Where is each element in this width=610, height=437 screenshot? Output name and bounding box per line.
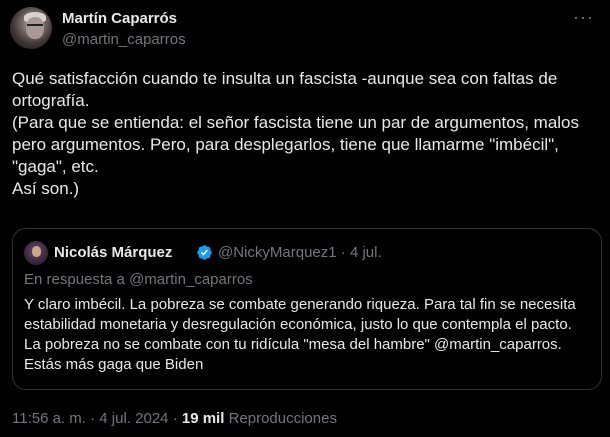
views-count[interactable]: 19 mil xyxy=(182,410,225,427)
views-label: Reproducciones xyxy=(228,410,337,427)
quoted-author-handle[interactable]: @NickyMarquez1 xyxy=(218,244,337,261)
quoted-author-name[interactable]: Nicolás Márquez xyxy=(54,244,172,261)
more-horizontal-icon[interactable]: ··· xyxy=(573,8,594,26)
quoted-author-avatar[interactable] xyxy=(24,241,48,265)
meta-separator: · xyxy=(340,244,346,261)
tweet-line: (Para que se entienda: el señor fascista… xyxy=(12,113,580,176)
tweet-footer: 11:56 a. m. · 4 jul. 2024 · 19 mil Repro… xyxy=(12,410,337,427)
footer-separator: · xyxy=(172,410,178,427)
quoted-date[interactable]: 4 jul. xyxy=(350,244,382,261)
reply-context[interactable]: En respuesta a @martin_caparros xyxy=(24,271,253,288)
tweet-line: Así son.) xyxy=(12,179,80,198)
quoted-tweet[interactable]: Nicolás Márquez @NickyMarquez1 · 4 jul. … xyxy=(12,228,602,390)
tweet-date[interactable]: 4 jul. 2024 xyxy=(99,410,168,427)
footer-separator: · xyxy=(90,410,96,427)
quoted-avatar-face xyxy=(32,246,41,257)
author-name[interactable]: Martín Caparrós xyxy=(62,10,177,27)
quoted-meta: @NickyMarquez1 · 4 jul. xyxy=(218,244,382,261)
avatar-glasses xyxy=(27,24,43,30)
author-avatar[interactable] xyxy=(10,7,52,49)
tweet-time[interactable]: 11:56 a. m. xyxy=(12,410,86,427)
quoted-text: Y claro imbécil. La pobreza se combate g… xyxy=(24,296,576,373)
author-handle[interactable]: @martin_caparros xyxy=(62,31,186,48)
verified-badge-icon xyxy=(197,245,212,260)
tweet-text: Qué satisfacción cuando te insulta un fa… xyxy=(12,68,604,200)
tweet-line: Qué satisfacción cuando te insulta un fa… xyxy=(12,69,558,110)
tweet: Martín Caparrós @martin_caparros ··· Qué… xyxy=(0,0,610,437)
